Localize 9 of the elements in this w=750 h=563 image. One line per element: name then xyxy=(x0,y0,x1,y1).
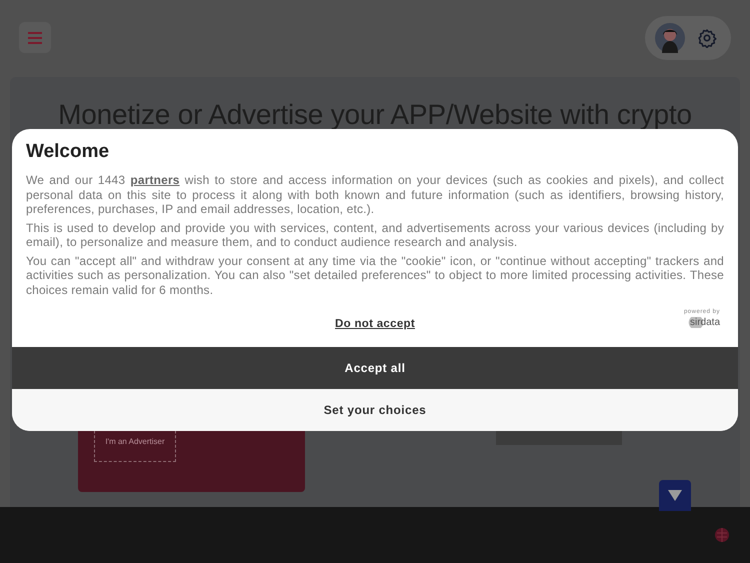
consent-paragraph: You can "accept all" and withdraw your consent at any time via the "cookie" icon, or "continue without accepting" trackers and activities such as personalization. You can also "set detailed preferences" to object to more limited processing activities. These choices remain valid for 6 months. xyxy=(26,254,724,297)
accept-all-button[interactable]: Accept all xyxy=(12,347,738,389)
partners-link[interactable]: partners xyxy=(130,173,180,187)
dialog-title: Welcome xyxy=(26,141,110,163)
brand-logo: sirdata xyxy=(688,317,720,328)
set-choices-button[interactable]: Set your choices xyxy=(12,389,738,431)
consent-paragraph: We and our 1443 partners wish to store and access information on your devices (such as cookies and pixels), and collect personal data on this site to process it along with both known and future information (such as identifiers, browsing history, preferences, purchases, IP and email addresses, location, etc.). xyxy=(26,173,724,216)
consent-paragraph: This is used to develop and provide you with services, content, and advertisements across your various devices (including by email), to personalize and measure them, and to conduct audience research and analysis. xyxy=(26,220,724,250)
do-not-accept-link[interactable]: Do not accept xyxy=(335,318,415,330)
